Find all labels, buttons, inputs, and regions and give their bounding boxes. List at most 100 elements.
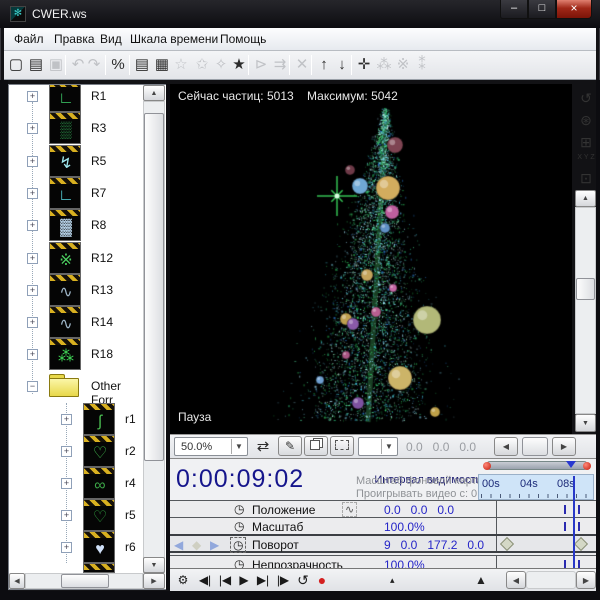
keyframe-camera-icon[interactable]: ⊡ — [575, 168, 597, 188]
export-flags-button[interactable]: ⇉ — [269, 54, 291, 76]
stopwatch-icon-active[interactable]: ◷ — [230, 537, 246, 553]
stopwatch-icon[interactable]: ◷ — [234, 502, 244, 516]
expand-toggle[interactable]: + — [61, 510, 72, 521]
expand-toggle[interactable]: + — [27, 156, 38, 167]
keyframe-mark[interactable] — [564, 522, 566, 531]
layers-button[interactable] — [304, 436, 328, 456]
particle-thumbnail[interactable]: ∿ — [49, 306, 81, 338]
redo-button[interactable]: ↷ — [83, 54, 105, 76]
first-frame-button[interactable]: |◀ — [216, 572, 234, 589]
tree-scroll-up-button[interactable]: ▲ — [143, 85, 165, 101]
viewport-scroll-left-button[interactable]: ◀ — [494, 437, 518, 456]
selection-rect-button[interactable] — [330, 436, 354, 456]
viewport-scroll-right-button[interactable]: ▶ — [552, 437, 576, 456]
orbit-camera-icon[interactable]: ↺ — [575, 88, 597, 108]
preset-select[interactable]: ▼ — [358, 437, 398, 456]
particle-thumbnail[interactable]: ∿ — [49, 274, 81, 306]
zoom-select[interactable]: 50.0% ▼ — [174, 437, 248, 456]
panel-splitter[interactable] — [166, 84, 170, 590]
expand-toggle[interactable]: + — [61, 446, 72, 457]
particle-thumbnail[interactable]: ⁂ — [49, 338, 81, 370]
viewport-scrollbar-thumb[interactable] — [576, 278, 595, 300]
last-frame-button[interactable]: ▶| — [254, 572, 272, 589]
tree-scroll-left-button[interactable]: ◀ — [9, 573, 25, 589]
node-unlink-button[interactable]: ⁑ — [411, 54, 433, 76]
gear-wheel-icon[interactable]: ⊛ — [575, 110, 597, 130]
chevron-down-icon[interactable]: ▼ — [231, 439, 246, 454]
grid-icon[interactable]: ⊞ — [575, 132, 597, 152]
menu-file[interactable]: Файл — [14, 32, 44, 46]
close-button[interactable]: × — [556, 0, 592, 19]
expand-toggle[interactable]: + — [61, 542, 72, 553]
particle-thumbnail[interactable]: ʃ — [83, 403, 115, 435]
tree-scrollbar-thumb[interactable] — [144, 113, 164, 461]
delete-button[interactable]: ✕ — [291, 54, 313, 76]
timeline-horizontal-scrollbar[interactable] — [526, 571, 576, 589]
minimize-button[interactable]: – — [500, 0, 528, 19]
keyframe-mark[interactable] — [564, 505, 566, 514]
keyframe-mark[interactable] — [578, 505, 580, 514]
tree-scroll-right-button[interactable]: ▶ — [143, 573, 165, 589]
prev-frame-button[interactable]: ◀| — [196, 572, 214, 589]
timeline-zoom-in-icon[interactable]: ▲ — [475, 573, 487, 587]
particle-thumbnail[interactable]: ♥ — [83, 531, 115, 563]
range-start-handle[interactable] — [483, 462, 491, 470]
timeline-scroll-left-button[interactable]: ◀ — [506, 571, 526, 589]
timeline-zoom-out-icon[interactable]: ▴ — [390, 575, 395, 586]
playhead-marker-icon[interactable] — [566, 461, 576, 468]
menu-view[interactable]: Вид — [100, 32, 122, 46]
next-keyframe-arrow[interactable]: ▶ — [210, 538, 219, 552]
tree-scrollbar-thumb[interactable] — [61, 574, 109, 588]
expand-toggle[interactable]: + — [27, 317, 38, 328]
expand-toggle[interactable]: + — [27, 91, 38, 102]
cycle-arrows-button[interactable]: ⇄ — [252, 436, 274, 458]
collapse-toggle[interactable]: − — [27, 381, 38, 392]
expand-toggle[interactable]: + — [27, 349, 38, 360]
play-button[interactable]: ▶ — [236, 572, 252, 589]
prev-keyframe-arrow[interactable]: ◀ — [174, 538, 183, 552]
keyframe-diamond-icon[interactable]: ◆ — [192, 538, 201, 552]
hotkeys-button[interactable]: % — [107, 54, 129, 76]
motion-path-button[interactable]: ✎ — [278, 436, 302, 456]
expand-toggle[interactable]: + — [61, 478, 72, 489]
particle-thumbnail[interactable]: ↯ — [49, 145, 81, 177]
keyframe-diamond[interactable] — [500, 537, 514, 551]
particle-thumbnail[interactable]: ▒ — [49, 112, 81, 144]
time-ruler[interactable]: 00s 04s 08s — [478, 474, 594, 500]
stopwatch-icon[interactable]: ◷ — [234, 519, 244, 533]
particle-thumbnail[interactable]: ∟ — [49, 84, 81, 112]
viewport-scroll-up-button[interactable]: ▲ — [575, 190, 596, 207]
chevron-down-icon[interactable]: ▼ — [381, 439, 396, 454]
keyframe-diamond[interactable] — [574, 537, 588, 551]
viewport-hscrollbar-thumb[interactable] — [522, 437, 548, 456]
menu-timeline[interactable]: Шкала времени — [130, 32, 218, 46]
menu-help[interactable]: Помощь — [220, 32, 266, 46]
particle-thumbnail[interactable]: ▓ — [49, 209, 81, 241]
keyframe-mark[interactable] — [578, 522, 580, 531]
timeline-row-scale[interactable]: ◷ Масштаб 100.0% — [170, 517, 596, 534]
next-frame-button[interactable]: |▶ — [274, 572, 292, 589]
preview-viewport[interactable]: Сейчас частиц: 5013 Максимум: 5042 Пауза — [170, 84, 572, 434]
move-down-button[interactable]: ↓ — [331, 54, 353, 76]
loop-button[interactable]: ↺ — [294, 572, 312, 589]
open-file-button[interactable]: ▤ — [25, 54, 47, 76]
menu-edit[interactable]: Правка — [54, 32, 95, 46]
particle-thumbnail[interactable]: ∟ — [49, 177, 81, 209]
particle-thumbnail[interactable]: ♡ — [83, 435, 115, 467]
expand-toggle[interactable]: + — [27, 188, 38, 199]
record-button[interactable]: ● — [314, 572, 330, 589]
tree-scroll-down-button[interactable]: ▼ — [143, 557, 165, 573]
timeline-row-position[interactable]: ◷ Положение ∿ 0.0 0.0 0.0 — [170, 500, 596, 517]
timeline-scroll-right-button[interactable]: ▶ — [576, 571, 596, 589]
timeline-row-rotation[interactable]: ◀ ◆ ▶ ◷ Поворот 9 0.0 177.2 0.0 — [170, 534, 596, 553]
star-outline-button[interactable]: ☆ — [170, 54, 192, 76]
viewport-scroll-down-button[interactable]: ▼ — [575, 414, 596, 432]
star-filled-button[interactable]: ★ — [228, 54, 250, 76]
move-mode-button[interactable]: ✛ — [353, 54, 375, 76]
particle-thumbnail[interactable]: ∞ — [83, 467, 115, 499]
folder-button[interactable]: ▤ — [131, 54, 153, 76]
expand-toggle[interactable]: + — [27, 285, 38, 296]
save-button[interactable]: ▣ — [45, 54, 67, 76]
expand-toggle[interactable]: + — [27, 253, 38, 264]
particle-thumbnail[interactable]: ♡ — [83, 499, 115, 531]
